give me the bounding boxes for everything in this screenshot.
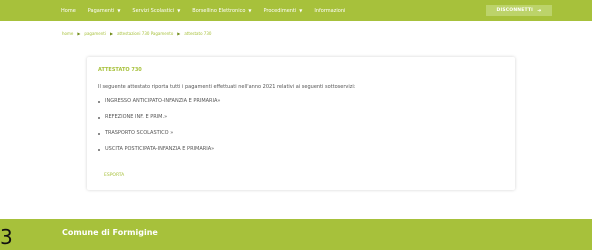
chevron-down-icon: ▼ <box>177 8 181 13</box>
nav-item-label: Pagamenti <box>87 7 115 14</box>
bullet-icon <box>98 132 100 135</box>
list-item[interactable]: USCITA POSTICIPATA-INFANZIA E PRIMARIA» <box>98 147 221 152</box>
nav-item-label: Procedimenti <box>263 7 297 14</box>
logout-icon: ➜ <box>537 7 542 14</box>
card-description: Il seguente attestato riporta tutti i pa… <box>98 84 356 90</box>
disconnect-button[interactable]: DISCONNETTI ➜ <box>486 5 552 16</box>
nav-item-borsellino[interactable]: Borsellino Elettronico ▼ <box>192 8 251 14</box>
list-item[interactable]: INGRESSO ANTICIPATO-INFANZIA E PRIMARIA» <box>98 99 221 104</box>
list-item[interactable]: REFEZIONE INF. E PRIM.» <box>98 115 221 120</box>
nav-item-label: Home <box>61 7 76 14</box>
nav-item-label: Informazioni <box>314 7 346 14</box>
nav-item-pagamenti[interactable]: Pagamenti ▼ <box>88 8 121 14</box>
chevron-down-icon: ▼ <box>248 8 252 13</box>
nav-item-label: Borsellino Elettronico <box>192 7 246 14</box>
card-title: ATTESTATO 730 <box>98 67 142 73</box>
chevron-right-icon: ▶ <box>177 30 181 36</box>
list-item[interactable]: TRASPORTO SCOLASTICO » <box>98 131 221 136</box>
top-navbar: Home Pagamenti ▼ Servizi Scolastici ▼ Bo… <box>0 0 592 21</box>
service-label: USCITA POSTICIPATA-INFANZIA E PRIMARIA» <box>105 146 215 152</box>
breadcrumb-item[interactable]: attestazioni 730 Pagamento <box>117 31 173 36</box>
disconnect-label: DISCONNETTI <box>496 8 534 13</box>
attestato-card: ATTESTATO 730 Il seguente attestato ripo… <box>87 57 515 190</box>
bullet-icon <box>98 148 100 151</box>
breadcrumb-item[interactable]: home <box>62 31 73 36</box>
breadcrumb-item-current: attestato 730 <box>184 30 212 36</box>
breadcrumb-item[interactable]: pagamenti <box>84 31 106 36</box>
nav-item-procedimenti[interactable]: Procedimenti ▼ <box>264 8 303 14</box>
service-label: TRASPORTO SCOLASTICO » <box>105 130 174 136</box>
chevron-right-icon: ▶ <box>77 30 81 36</box>
service-label: INGRESSO ANTICIPATO-INFANZIA E PRIMARIA» <box>105 98 221 104</box>
footer: Comune di Formigine <box>0 219 592 250</box>
breadcrumb: home ▶ pagamenti ▶ attestazioni 730 Paga… <box>62 29 211 37</box>
edge-glyph: 3 <box>0 225 13 249</box>
bullet-icon <box>98 100 100 103</box>
export-button[interactable]: ESPORTA <box>104 173 124 178</box>
nav-item-informazioni[interactable]: Informazioni <box>314 8 345 14</box>
footer-title: Comune di Formigine <box>62 228 158 237</box>
nav-item-home[interactable]: Home <box>61 8 76 14</box>
chevron-down-icon: ▼ <box>117 8 121 13</box>
chevron-down-icon: ▼ <box>299 8 303 13</box>
services-list: INGRESSO ANTICIPATO-INFANZIA E PRIMARIA»… <box>98 99 221 163</box>
bullet-icon <box>98 116 100 119</box>
service-label: REFEZIONE INF. E PRIM.» <box>105 114 168 120</box>
chevron-right-icon: ▶ <box>109 30 114 36</box>
nav-menu: Home Pagamenti ▼ Servizi Scolastici ▼ Bo… <box>61 0 357 21</box>
nav-item-label: Servizi Scolastici <box>132 7 175 14</box>
nav-item-servizi-scolastici[interactable]: Servizi Scolastici ▼ <box>132 8 180 14</box>
